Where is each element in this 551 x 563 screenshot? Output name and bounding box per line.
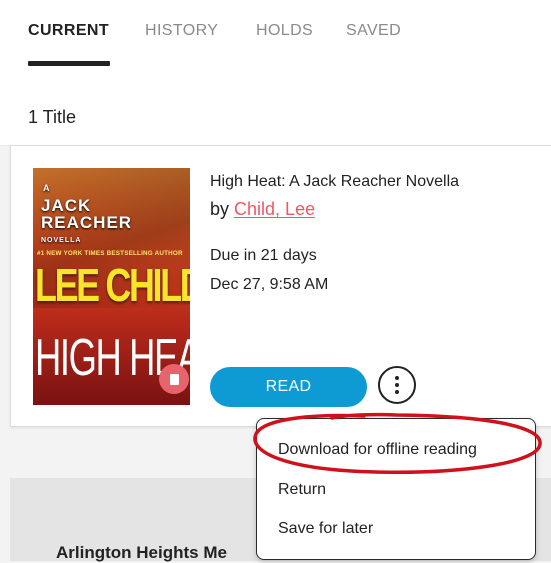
tab-saved[interactable]: SAVED xyxy=(346,22,401,40)
cover-author: LEE CHILD xyxy=(35,259,190,311)
cover-novella: NOVELLA xyxy=(41,237,82,244)
author-link[interactable]: Child, Lee xyxy=(234,199,315,219)
tab-current[interactable]: CURRENT xyxy=(28,22,109,40)
tab-bar: CURRENT HISTORY HOLDS SAVED xyxy=(0,0,551,68)
due-in: Due in 21 days xyxy=(210,247,317,264)
title-count: 1 Title xyxy=(28,107,77,127)
menu-item-download[interactable]: Download for offline reading xyxy=(278,441,477,459)
menu-item-save-for-later[interactable]: Save for later xyxy=(278,520,373,538)
title-count-bar: 1 Title xyxy=(0,67,551,146)
ebook-format-icon xyxy=(159,364,189,394)
cover-series: A JACK REACHER NOVELLA xyxy=(41,180,133,249)
menu-item-return[interactable]: Return xyxy=(278,481,326,499)
loan-card: A JACK REACHER NOVELLA #1 NEW YORK TIMES… xyxy=(10,145,551,427)
book-title[interactable]: High Heat: A Jack Reacher Novella xyxy=(210,173,459,191)
by-prefix: by xyxy=(210,199,230,219)
options-menu: Download for offline reading Return Save… xyxy=(256,418,536,560)
cover-tagline: #1 NEW YORK TIMES BESTSELLING AUTHOR xyxy=(37,250,183,257)
tab-holds[interactable]: HOLDS xyxy=(256,22,313,40)
due-date: Dec 27, 9:58 AM xyxy=(210,276,329,293)
active-tab-indicator xyxy=(28,61,110,66)
cover-series-name: JACK REACHER xyxy=(41,196,133,232)
tab-history[interactable]: HISTORY xyxy=(145,22,218,40)
cover-series-a: A xyxy=(43,183,51,193)
more-vertical-icon[interactable] xyxy=(378,366,416,404)
read-button[interactable]: READ xyxy=(210,367,367,407)
library-name: Arlington Heights Me xyxy=(56,543,227,562)
book-author-line: by Child, Lee xyxy=(210,199,315,220)
